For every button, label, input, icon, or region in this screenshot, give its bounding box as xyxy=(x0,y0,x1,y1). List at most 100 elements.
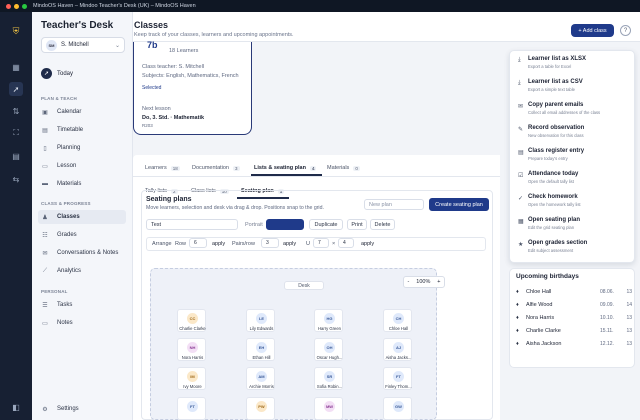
menu-item[interactable]: ▤ Class register entry Prepare today's ent… xyxy=(514,146,632,166)
birthday-row[interactable]: ♦ Aisha Jackson 12.12. 13 xyxy=(516,338,632,350)
zoom-out-button[interactable]: - xyxy=(407,279,409,285)
sidebar-item-calendar[interactable]: ▣ Calendar xyxy=(38,105,126,119)
transfer-icon[interactable]: ⇅ xyxy=(9,104,23,118)
birthday-row[interactable]: ♦ Alfie Wood 09.09. 14 xyxy=(516,299,632,311)
menu-item[interactable]: ⤓ Learner list as XLSX Export a table for … xyxy=(514,54,632,74)
sidebar-toggle-icon[interactable]: ◧ xyxy=(9,400,23,414)
sidebar-item-lesson[interactable]: ▭ Lesson xyxy=(38,159,126,173)
pairs-input[interactable]: 3 xyxy=(261,238,279,248)
section-personal: PERSONAL xyxy=(41,289,68,294)
tab-learners[interactable]: Learners 18 xyxy=(145,165,180,171)
report-icon[interactable]: ▤ xyxy=(9,149,23,163)
menu-item-subtitle: Collect all email addresses of the class xyxy=(528,110,601,115)
cake-icon: ♦ xyxy=(516,315,519,321)
sidebar-item-tasks[interactable]: ☰ Tasks xyxy=(38,298,126,312)
student-desk[interactable]: MW xyxy=(314,397,343,420)
birthday-row[interactable]: ♦ Nora Harris 10.10. 13 xyxy=(516,312,632,324)
attendance-icon: ☑ xyxy=(518,173,524,179)
tab-documentation[interactable]: Documentation 3 xyxy=(192,165,240,171)
student-desk[interactable]: FT xyxy=(177,397,206,420)
add-class-button[interactable]: + Add class xyxy=(571,24,614,37)
scan-icon[interactable]: ⛶ xyxy=(9,126,23,140)
menu-item[interactable]: ✓ Check homework Open the homework tally l… xyxy=(514,192,632,212)
birthday-age: 13 xyxy=(626,289,632,295)
sidebar-item-settings[interactable]: ⚙ Settings xyxy=(38,402,126,416)
orientation-toggle[interactable] xyxy=(266,219,304,230)
plan-name-field[interactable]: Test xyxy=(146,219,238,230)
class-card[interactable]: 7b 18 Learners Class teacher: S. Mitchel… xyxy=(133,40,252,135)
student-desk[interactable]: AM Archie Morris xyxy=(246,367,275,390)
print-button[interactable]: Print xyxy=(347,219,367,230)
page-header: Classes Keep track of your classes, lear… xyxy=(133,12,640,42)
apply-pairs-button[interactable]: apply xyxy=(283,241,296,247)
birthday-row[interactable]: ♦ Chloe Hall 08.06. 13 xyxy=(516,286,632,298)
table-icon: ▤ xyxy=(42,127,48,134)
zoom-in-button[interactable]: + xyxy=(437,279,440,285)
delete-button[interactable]: Delete xyxy=(370,219,395,230)
tab-lists-seating[interactable]: Lists & seating plan 4 xyxy=(254,165,317,171)
birthday-date: 08.06. xyxy=(600,289,614,295)
student-avatar: GW xyxy=(393,401,404,412)
check-icon: ✓ xyxy=(518,196,524,202)
student-desk[interactable]: OH Oscar Hugh... xyxy=(314,338,343,361)
student-desk[interactable]: HG Harry Green xyxy=(314,309,343,332)
maximize-window-button[interactable] xyxy=(22,3,27,9)
menu-item[interactable]: ▦ Open seating plan Edit the grid seating … xyxy=(514,215,632,235)
menu-item[interactable]: ★ Open grades section Edit subject assessm… xyxy=(514,238,632,258)
sidebar-item-materials[interactable]: ▬ Materials xyxy=(38,177,126,191)
sidebar-item-classes[interactable]: ♟ Classes xyxy=(38,210,126,224)
menu-item-subtitle: Export a simple text table xyxy=(528,87,576,92)
student-desk[interactable]: PW xyxy=(246,397,275,420)
row-input[interactable]: 6 xyxy=(189,238,207,248)
close-window-button[interactable] xyxy=(6,3,11,9)
student-name: Chloe Hall xyxy=(388,326,409,331)
user-switcher[interactable]: SM S. Mitchell ⌄ xyxy=(41,37,125,53)
student-desk[interactable]: SR Sofia Robin... xyxy=(314,367,343,390)
birthday-row[interactable]: ♦ Charlie Clarke 15.11. 13 xyxy=(516,325,632,337)
app-icon-rail: ⛨ ▦ ➚ ⇅ ⛶ ▤ ⇆ ◧ xyxy=(0,12,32,420)
tab-materials[interactable]: Materials 0 xyxy=(327,165,360,171)
download-icon: ⤓ xyxy=(518,57,521,63)
sidebar-item-notes[interactable]: ▭ Notes xyxy=(38,316,126,330)
birthday-age: 13 xyxy=(626,328,632,334)
chat-icon: ✉ xyxy=(42,250,48,257)
student-desk[interactable]: NH Nora Harris xyxy=(177,338,206,361)
student-avatar: LE xyxy=(256,313,267,324)
today-link[interactable]: ➚ Today xyxy=(41,68,73,79)
sidebar-item-timetable[interactable]: ▤ Timetable xyxy=(38,123,126,137)
new-plan-input[interactable]: New plan xyxy=(364,199,424,210)
sidebar-item-planning[interactable]: ▯ Planning xyxy=(38,141,126,155)
rocket-icon[interactable]: ➚ xyxy=(9,82,23,96)
sidebar-item-conversations[interactable]: ✉ Conversations & Notes xyxy=(38,246,126,260)
duplicate-button[interactable]: Duplicate xyxy=(309,219,343,230)
u-columns-input[interactable]: 7 xyxy=(313,238,329,248)
apply-u-button[interactable]: apply xyxy=(361,241,374,247)
student-desk[interactable]: FT Finley Thom... xyxy=(383,367,412,390)
menu-item[interactable]: ☑ Attendance today Open the default tally … xyxy=(514,169,632,189)
student-desk[interactable]: IM Ivy Moore xyxy=(177,367,206,390)
student-avatar: SR xyxy=(324,371,335,382)
student-name: Ivy Moore xyxy=(183,384,202,389)
create-seating-plan-button[interactable]: Create seating plan xyxy=(429,198,489,211)
seating-canvas[interactable]: - 100% + Desk CC Charlie Clarke LE Lily Edw… xyxy=(150,268,445,420)
sliders-icon[interactable]: ⇆ xyxy=(9,172,23,186)
grid-icon[interactable]: ▦ xyxy=(9,60,23,74)
minimize-window-button[interactable] xyxy=(14,3,19,9)
student-desk[interactable]: GW xyxy=(383,397,412,420)
menu-item[interactable]: ⤓ Learner list as CSV Export a simple text… xyxy=(514,77,632,97)
arrange-label: Arrange xyxy=(152,241,172,247)
student-desk[interactable]: CC Charlie Clarke xyxy=(177,309,206,332)
sidebar-item-analytics[interactable]: ⟋ Analytics xyxy=(38,264,126,278)
u-rows-input[interactable]: 4 xyxy=(338,238,354,248)
help-icon[interactable]: ? xyxy=(620,25,631,36)
teacher-desk[interactable]: Desk xyxy=(284,281,324,290)
student-desk[interactable]: AJ Aisha Jacks... xyxy=(383,338,412,361)
student-desk[interactable]: CH Chloe Hall xyxy=(383,309,412,332)
menu-item[interactable]: ✎ Record observation New observation for t… xyxy=(514,123,632,143)
student-desk[interactable]: LE Lily Edwards xyxy=(246,309,275,332)
menu-item[interactable]: ✉ Copy parent emails Collect all email add… xyxy=(514,100,632,120)
apply-row-button[interactable]: apply xyxy=(212,241,225,247)
sidebar-item-grades[interactable]: ☷ Grades xyxy=(38,228,126,242)
menu-item-title: Learner list as XLSX xyxy=(528,56,587,62)
student-desk[interactable]: EH Ethan Hill xyxy=(246,338,275,361)
